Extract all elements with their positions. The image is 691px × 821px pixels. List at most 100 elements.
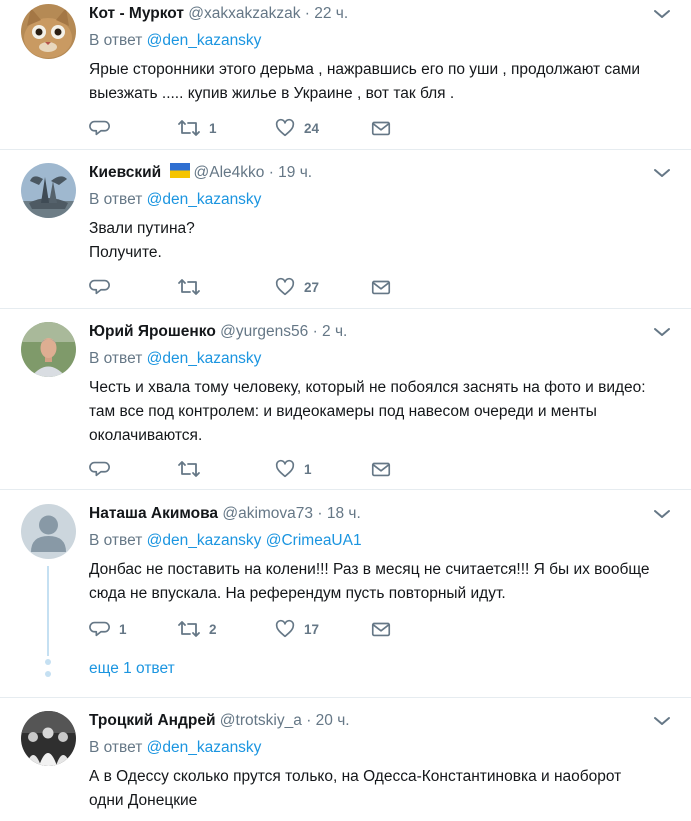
display-name[interactable]: Наташа Акимова — [89, 505, 218, 522]
chevron-down-icon[interactable] — [652, 322, 672, 342]
display-name[interactable]: Киевский — [89, 164, 161, 181]
avatar[interactable] — [21, 163, 76, 218]
reply-context: В ответ @den_kazansky — [89, 32, 262, 49]
like-icon — [275, 118, 295, 137]
mention-link[interactable]: @den_kazansky — [147, 350, 262, 367]
reply-icon — [89, 461, 110, 477]
tweet-actions: 27 — [89, 275, 409, 299]
reply-button[interactable] — [89, 457, 111, 481]
reply-button[interactable] — [89, 275, 111, 299]
avatar[interactable] — [21, 504, 76, 559]
avatar[interactable] — [21, 322, 76, 377]
chevron-down-icon[interactable] — [652, 711, 672, 731]
message-icon — [371, 462, 391, 477]
mention-link[interactable]: @den_kazansky — [147, 739, 262, 756]
text-line: Получите. — [89, 244, 162, 261]
reply-context: В ответ @den_kazansky @CrimeaUA1 — [89, 532, 362, 549]
reply-button[interactable] — [89, 116, 111, 140]
reply-icon — [89, 621, 110, 637]
display-name[interactable]: Троцкий Андрей — [89, 712, 215, 729]
username[interactable]: @akimova73 — [222, 505, 313, 522]
retweet-button[interactable]: 1 — [177, 116, 217, 140]
show-more-replies-link[interactable]: еще 1 ответ — [89, 658, 175, 680]
like-icon — [275, 619, 295, 638]
retweet-count: 2 — [209, 621, 217, 637]
username[interactable]: @yurgens56 — [220, 323, 308, 340]
timestamp[interactable]: 19 ч. — [278, 164, 312, 181]
mention-link[interactable]: @CrimeaUA1 — [266, 532, 362, 549]
like-count: 27 — [304, 279, 320, 295]
tweet[interactable]: Киевский @Ale4kko · 19 ч. В ответ @den_k… — [0, 151, 691, 309]
tweet-text: А в Одессу сколько прутся только, на Оде… — [89, 768, 622, 809]
mention-link[interactable]: @den_kazansky — [147, 32, 262, 49]
timestamp[interactable]: 2 ч. — [322, 323, 347, 340]
like-count: 1 — [304, 461, 312, 477]
tweet[interactable]: Кот - Муркот @xakxakzakzak · 22 ч. В отв… — [0, 0, 691, 150]
like-icon — [275, 277, 295, 296]
like-count: 24 — [304, 120, 320, 136]
tweet-text: Донбас не поставить на колени!!! Раз в м… — [89, 561, 650, 602]
tweet[interactable]: Наташа Акимова @akimova73 · 18 ч. В отве… — [0, 491, 691, 698]
tweet[interactable]: Троцкий Андрей @trotskiy_a · 20 ч. В отв… — [0, 699, 691, 821]
message-icon — [371, 622, 391, 637]
username[interactable]: @xakxakzakzak — [188, 5, 300, 22]
timestamp[interactable]: 20 ч. — [316, 712, 350, 729]
text-line: Звали путина? — [89, 220, 195, 237]
tweet[interactable]: Юрий Ярошенко @yurgens56 · 2 ч. В ответ … — [0, 310, 691, 490]
like-button[interactable]: 27 — [274, 275, 319, 299]
display-name[interactable]: Кот - Муркот — [89, 5, 184, 22]
tweet-header: Юрий Ярошенко @yurgens56 · 2 ч. — [89, 323, 348, 340]
message-button[interactable] — [370, 457, 392, 481]
message-button[interactable] — [370, 617, 392, 641]
like-button[interactable]: 1 — [274, 457, 312, 481]
avatar[interactable] — [21, 4, 76, 59]
thread-dot — [45, 659, 51, 665]
reply-context: В ответ @den_kazansky — [89, 350, 262, 367]
retweet-button[interactable]: 2 — [177, 617, 217, 641]
tweet-header: Кот - Муркот @xakxakzakzak · 22 ч. — [89, 5, 349, 22]
message-icon — [371, 280, 391, 295]
display-name[interactable]: Юрий Ярошенко — [89, 323, 216, 340]
like-button[interactable]: 24 — [274, 116, 319, 140]
tweet-header: Наташа Акимова @akimova73 · 18 ч. — [89, 505, 361, 522]
retweet-icon — [178, 279, 200, 295]
tweet-header: Киевский @Ale4kko · 19 ч. — [89, 163, 313, 181]
reply-context: В ответ @den_kazansky — [89, 191, 262, 208]
reply-button[interactable]: 1 — [89, 617, 127, 641]
tweet-text: Честь и хвала тому человеку, который не … — [89, 379, 646, 444]
timestamp[interactable]: 18 ч. — [327, 505, 361, 522]
avatar[interactable] — [21, 711, 76, 766]
chevron-down-icon[interactable] — [652, 4, 672, 24]
message-icon — [371, 121, 391, 136]
reply-icon — [89, 120, 110, 136]
like-count: 17 — [304, 621, 320, 637]
retweet-icon — [178, 461, 200, 477]
retweet-button[interactable] — [177, 275, 201, 299]
tweet-actions: 1 24 — [89, 116, 409, 140]
tweet-actions: 1 — [89, 457, 409, 481]
tweet-header: Троцкий Андрей @trotskiy_a · 20 ч. — [89, 712, 350, 729]
tweet-text: Звали путина? Получите. — [89, 217, 659, 265]
chevron-down-icon[interactable] — [652, 163, 672, 183]
ukraine-flag-icon — [169, 163, 190, 178]
reply-icon — [89, 279, 110, 295]
username[interactable]: @Ale4kko — [194, 164, 265, 181]
chevron-down-icon[interactable] — [652, 504, 672, 524]
retweet-button[interactable] — [177, 457, 201, 481]
like-button[interactable]: 17 — [274, 617, 319, 641]
message-button[interactable] — [370, 275, 392, 299]
mention-link[interactable]: @den_kazansky — [147, 532, 262, 549]
reply-context: В ответ @den_kazansky — [89, 739, 262, 756]
retweet-icon — [178, 621, 200, 637]
tweet-text: Ярые сторонники этого дерьма , нажравшис… — [89, 61, 641, 102]
reply-count: 1 — [119, 621, 127, 637]
message-button[interactable] — [370, 116, 392, 140]
tweet-actions: 1 2 17 — [89, 617, 409, 641]
mention-link[interactable]: @den_kazansky — [147, 191, 262, 208]
timestamp[interactable]: 22 ч. — [314, 5, 348, 22]
thread-line — [47, 566, 49, 656]
thread-dot — [45, 671, 51, 677]
retweet-count: 1 — [209, 120, 217, 136]
retweet-icon — [178, 120, 200, 136]
username[interactable]: @trotskiy_a — [220, 712, 302, 729]
